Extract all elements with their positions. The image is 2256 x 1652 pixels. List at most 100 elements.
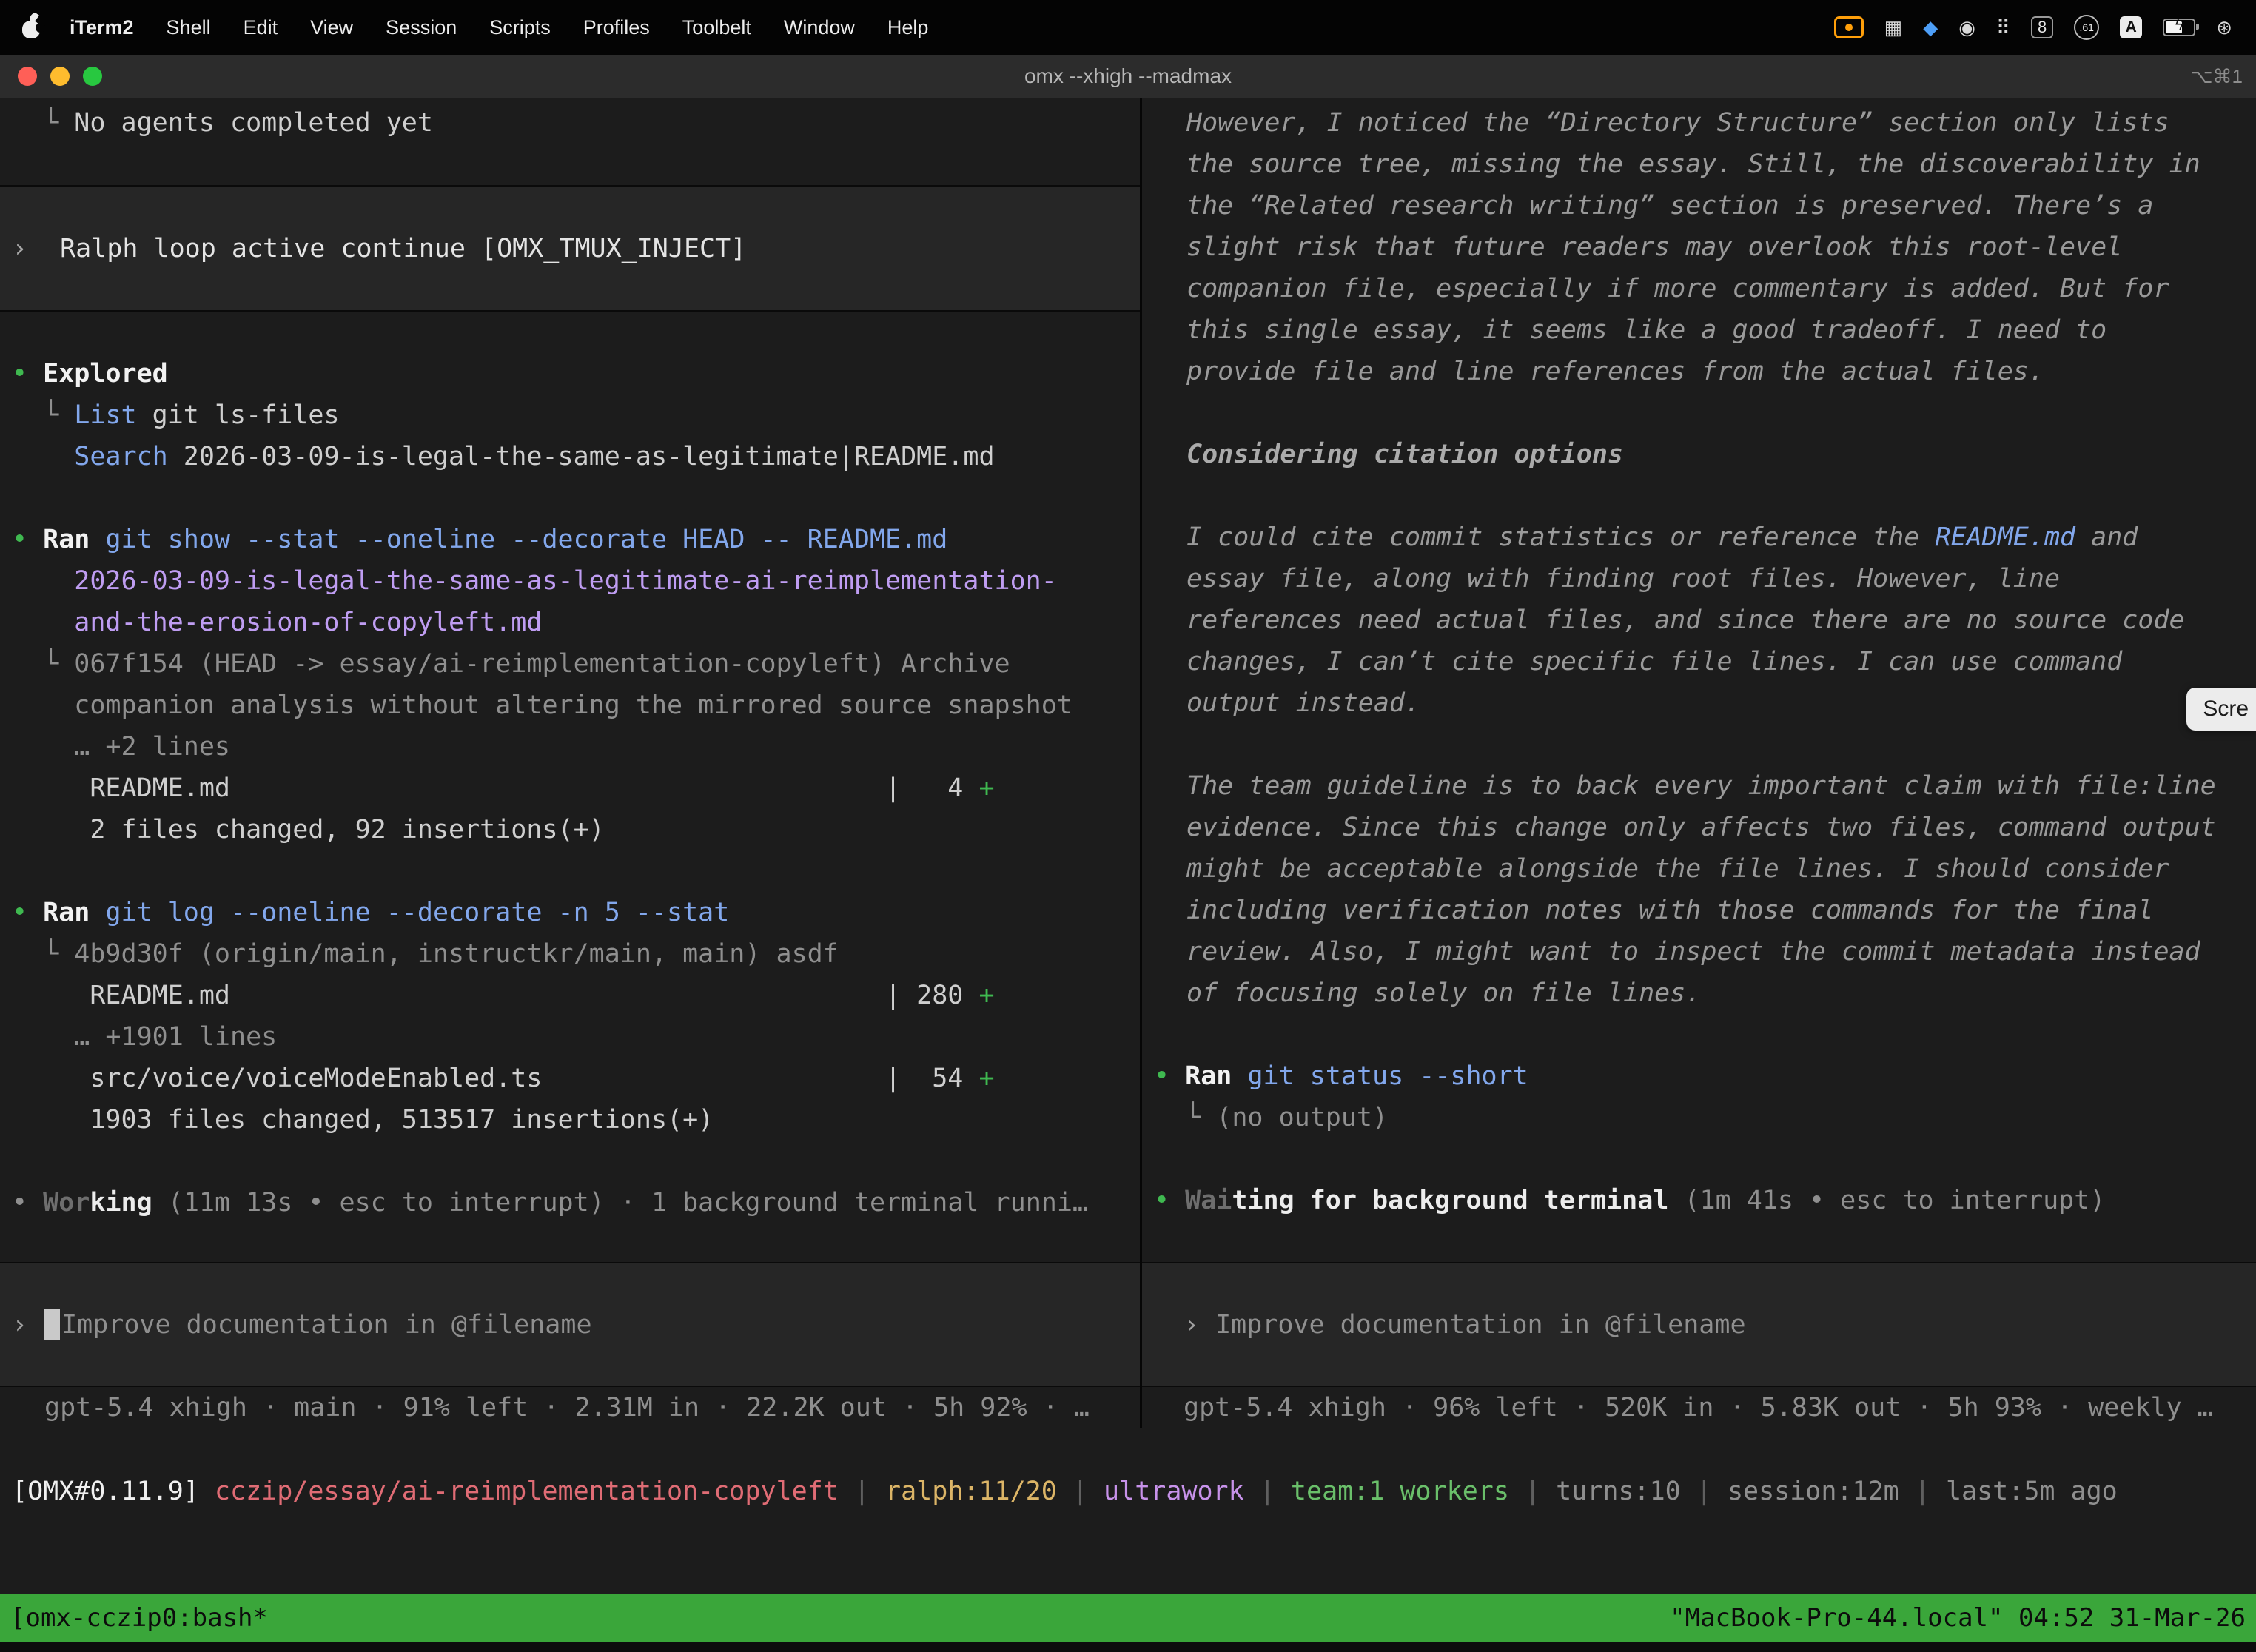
reasoning-text: I could cite commit statistics or refere… [1186, 523, 1935, 552]
battery-charging-bolt-icon: ϟ [2164, 17, 2194, 34]
left-prompt-input[interactable]: › Improve documentation in @filename [0, 1262, 1140, 1387]
minimize-button[interactable] [50, 67, 70, 86]
input-ghost-text: Improve documentation in @filename [61, 1304, 591, 1346]
more-lines-note: … +2 lines [12, 726, 1128, 768]
reasoning-paragraph: However, I noticed the “Directory Struct… [1186, 102, 2244, 392]
separator: | [1057, 1477, 1104, 1506]
window-shortcut-badge: ⌥⌘1 [2191, 65, 2243, 88]
diffstat-file: src/voice/voiceModeEnabled.ts | 54 [12, 1064, 978, 1093]
diffstat-line: README.md | 280 + [12, 975, 1128, 1016]
blue-app-icon[interactable]: ◆ [1923, 16, 1938, 39]
traffic-lights [18, 67, 102, 86]
inject-text: Ralph loop active continue [OMX_TMUX_INJ… [60, 228, 746, 269]
macos-menubar: iTerm2 Shell Edit View Session Scripts P… [0, 0, 2256, 55]
ralph-counter: ralph:11/20 [885, 1477, 1057, 1506]
waiting-label: ting for background terminal [1232, 1186, 1668, 1215]
explored-title: Explored [43, 359, 168, 389]
search-verb: Search [74, 442, 167, 471]
session-timer: session:12m [1728, 1477, 1899, 1506]
menu-app-name[interactable]: iTerm2 [53, 16, 150, 39]
apple-menu-icon[interactable] [22, 21, 40, 38]
menu-view[interactable]: View [294, 16, 369, 39]
bullet-icon: • [1154, 1061, 1185, 1091]
readme-link[interactable]: README.md [1935, 523, 2075, 552]
right-model-statusline: gpt-5.4 xhigh · 96% left · 520K in · 5.8… [1142, 1387, 2256, 1428]
right-scrollback[interactable]: However, I noticed the “Directory Struct… [1142, 98, 2256, 1262]
plus-marker: + [978, 981, 994, 1010]
working-meta: (11m 13s • esc to interrupt) · 1 backgro… [152, 1188, 1088, 1218]
menu-window[interactable]: Window [768, 16, 871, 39]
menubar-status-items: ▦ ◆ ◉ ⠿ 8 .61 A ϟ ⊛ [1834, 15, 2237, 40]
menu-shell[interactable]: Shell [150, 16, 227, 39]
git-show-command: git show --stat --oneline --decorate HEA… [90, 525, 947, 554]
prompt-chevron-icon: › [12, 1304, 27, 1346]
key-8-icon[interactable]: 8 [2031, 16, 2053, 38]
menu-help[interactable]: Help [871, 16, 945, 39]
bullet-icon: • [12, 898, 43, 927]
battery-icon[interactable]: ϟ [2163, 19, 2195, 36]
keyboard-grid-icon[interactable]: ▦ [1884, 16, 1903, 39]
more-lines-note: … +1901 lines [12, 1016, 1128, 1058]
search-line: Search 2026-03-09-is-legal-the-same-as-l… [12, 436, 1128, 477]
bottom-strip [0, 1642, 2256, 1652]
swirl-app-icon[interactable]: ◉ [1958, 16, 1975, 39]
tmux-panes: └ No agents completed yet ›Ralph loop ac… [0, 98, 2256, 1428]
menubar-menus: iTerm2 Shell Edit View Session Scripts P… [19, 16, 1834, 39]
search-args: 2026-03-09-is-legal-the-same-as-legitima… [168, 442, 995, 471]
menu-session[interactable]: Session [369, 16, 473, 39]
ran-verb: Ran [43, 898, 90, 927]
working-spinner-line: • Working (11m 13s • esc to interrupt) ·… [12, 1182, 1128, 1223]
last-activity: last:5m ago [1946, 1477, 2118, 1506]
reasoning-paragraph: The team guideline is to back every impo… [1186, 765, 2244, 1014]
tmux-host-clock: "MacBook-Pro-44.local" 04:52 31-Mar-26 [1670, 1603, 2246, 1633]
menu-toolbelt[interactable]: Toolbelt [666, 16, 768, 39]
lsfiles-line: └ List git ls-files [12, 394, 1128, 436]
command-output: └ (no output) [1154, 1097, 2244, 1138]
diffstat-line: README.md | 4 + [12, 768, 1128, 809]
ran-verb: Ran [1185, 1061, 1232, 1091]
tmux-session-window: [omx-cczip0:bash* [10, 1603, 268, 1633]
omx-version: [OMX#0.11.9] [12, 1477, 215, 1506]
ralph-inject-box[interactable]: ›Ralph loop active continue [OMX_TMUX_IN… [0, 185, 1140, 312]
ran-git-show-line: • Ran git show --stat --oneline --decora… [12, 519, 1128, 560]
window-title: omx --xhigh --madmax [0, 64, 2256, 88]
bullet-icon: • [12, 359, 43, 389]
commit-info: └ 4b9d30f (origin/main, instructkr/main,… [12, 933, 1128, 975]
spinner-bullet-icon: • [12, 1188, 43, 1218]
diffstat-file: README.md | 280 [12, 981, 978, 1010]
window-titlebar[interactable]: omx --xhigh --madmax ⌥⌘1 [0, 55, 2256, 98]
input-source-icon[interactable]: A [2120, 16, 2142, 38]
commit-info: └ 067f154 (HEAD -> essay/ai-reimplementa… [12, 643, 1128, 726]
left-scrollback[interactable]: └ No agents completed yet ›Ralph loop ac… [0, 98, 1140, 1262]
mode-badge: ultrawork [1104, 1477, 1244, 1506]
zoom-button[interactable] [83, 67, 102, 86]
screen-share-button[interactable]: Scre [2186, 688, 2256, 731]
working-label: king [90, 1188, 152, 1218]
left-terminal-pane: └ No agents completed yet ›Ralph loop ac… [0, 98, 1140, 1428]
ran-git-status-line: • Ran git status --short [1154, 1055, 2244, 1097]
right-terminal-pane: However, I noticed the “Directory Struct… [1142, 98, 2256, 1428]
menu-edit[interactable]: Edit [227, 16, 295, 39]
tree-glyph: └ [12, 108, 74, 138]
tree-glyph: └ [12, 400, 74, 430]
right-prompt-input[interactable]: ›Improve documentation in @filename [1142, 1262, 2256, 1387]
agents-status-text: No agents completed yet [74, 108, 433, 138]
team-badge: team:1 workers [1291, 1477, 1509, 1506]
diffstat-summary: 2 files changed, 92 insertions(+) [12, 809, 1128, 850]
bullet-icon: • [12, 525, 43, 554]
essay-filename: 2026-03-09-is-legal-the-same-as-legitima… [12, 560, 1128, 643]
menu-scripts[interactable]: Scripts [473, 16, 567, 39]
left-model-statusline: gpt-5.4 xhigh · main · 91% left · 2.31M … [0, 1387, 1140, 1428]
indent [12, 442, 74, 471]
close-button[interactable] [18, 67, 37, 86]
explored-line: • Explored [12, 353, 1128, 394]
screen-recording-icon[interactable] [1834, 16, 1864, 38]
control-center-icon[interactable]: ⊛ [2216, 16, 2232, 39]
dots-grid-icon[interactable]: ⠿ [1996, 16, 2010, 39]
badge-61-icon[interactable]: .61 [2074, 15, 2099, 40]
waiting-spinner-line: • Waiting for background terminal (1m 41… [1154, 1180, 2244, 1221]
working-label-dim: Wor [43, 1188, 90, 1218]
menu-profiles[interactable]: Profiles [567, 16, 666, 39]
plus-marker: + [978, 1064, 994, 1093]
lsfiles-args: git ls-files [137, 400, 340, 430]
